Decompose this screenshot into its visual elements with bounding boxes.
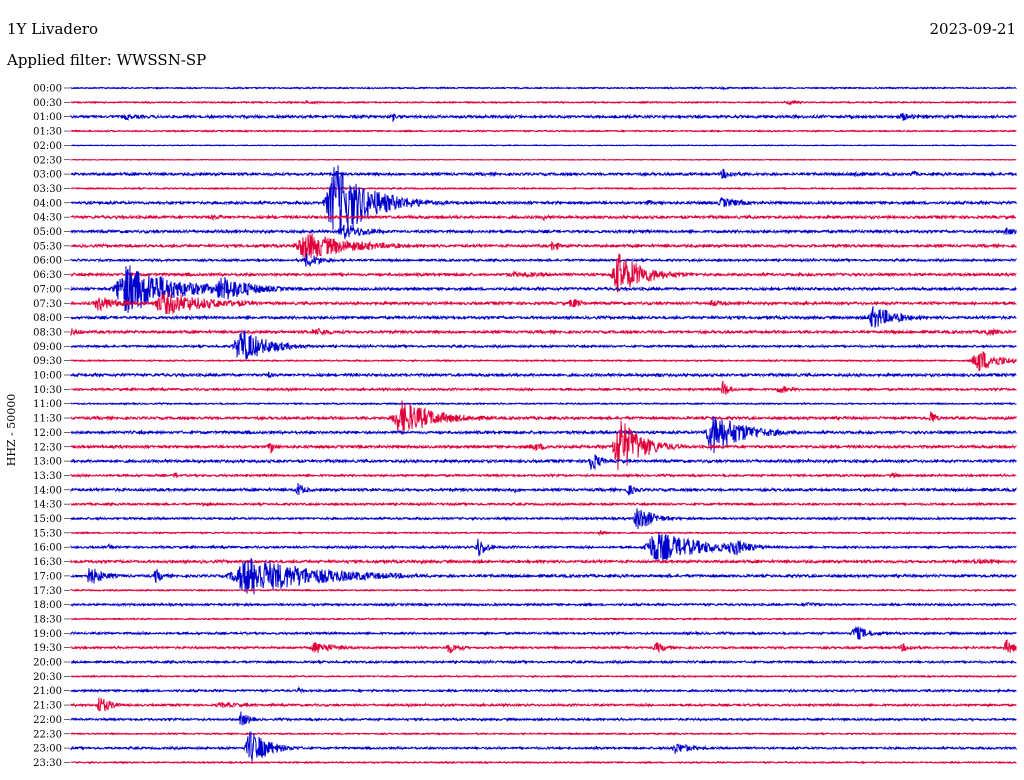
trace-row-0430 xyxy=(70,214,1017,222)
row-time-label: 21:30 xyxy=(33,701,62,712)
trace-row-2230 xyxy=(70,731,1017,736)
row-time-label: 20:30 xyxy=(33,672,62,683)
trace-row-1600 xyxy=(70,532,1017,561)
trace-row-0000 xyxy=(70,85,1017,91)
row-time-label: 16:30 xyxy=(33,557,62,568)
row-time-label: 06:00 xyxy=(33,256,62,267)
row-time-label: 12:30 xyxy=(33,442,62,453)
row-time-label: 23:00 xyxy=(33,744,62,755)
trace-row-1900 xyxy=(70,626,1017,640)
trace-row-2300 xyxy=(70,731,1017,763)
trace-row-0500 xyxy=(70,224,1017,240)
row-time-label: 22:30 xyxy=(33,729,62,740)
row-time-label: 08:00 xyxy=(33,313,62,324)
row-time-label: 13:30 xyxy=(33,471,62,482)
trace-row-2000 xyxy=(70,659,1017,665)
helicorder-plot: 00:00 00:30 01:00 01:30 02:00 02:30 03:00 03:30… xyxy=(33,84,1017,769)
row-time-label: 01:00 xyxy=(33,112,62,123)
trace-row-2030 xyxy=(70,674,1017,679)
trace-row-1730 xyxy=(70,588,1017,593)
trace-row-2100 xyxy=(70,685,1017,695)
row-time-label: 04:30 xyxy=(33,213,62,224)
trace-row-2200 xyxy=(70,711,1017,726)
row-time-label: 18:00 xyxy=(33,600,62,611)
row-time-label: 02:30 xyxy=(33,155,62,166)
row-time-label: 00:30 xyxy=(33,98,62,109)
row-time-label: 23:30 xyxy=(33,758,62,769)
trace-row-0900 xyxy=(70,330,1017,360)
row-time-label: 07:00 xyxy=(33,284,62,295)
row-time-label: 13:00 xyxy=(33,457,62,468)
trace-row-1500 xyxy=(70,508,1017,530)
trace-row-0030 xyxy=(70,99,1017,106)
row-time-label: 11:30 xyxy=(33,414,62,425)
trace-row-1430 xyxy=(70,501,1017,507)
row-time-label: 21:00 xyxy=(33,686,62,697)
row-time-label: 22:00 xyxy=(33,715,62,726)
row-time-label: 16:00 xyxy=(33,543,62,554)
row-time-label: 18:30 xyxy=(33,614,62,625)
row-time-label: 06:30 xyxy=(33,270,62,281)
trace-row-1030 xyxy=(70,380,1017,395)
row-time-label: 00:00 xyxy=(33,84,62,95)
row-time-label: 09:00 xyxy=(33,342,62,353)
row-time-label: 20:00 xyxy=(33,658,62,669)
trace-row-0530 xyxy=(70,233,1017,259)
row-time-label: 17:30 xyxy=(33,586,62,597)
trace-row-0600 xyxy=(70,253,1017,267)
row-time-label: 10:30 xyxy=(33,385,62,396)
trace-row-0800 xyxy=(70,306,1017,328)
trace-row-0230 xyxy=(70,158,1017,161)
row-time-label: 11:00 xyxy=(33,399,62,410)
trace-row-1100 xyxy=(70,401,1017,406)
trace-row-0730 xyxy=(70,291,1017,315)
trace-row-1800 xyxy=(70,601,1017,608)
row-time-label: 08:30 xyxy=(33,327,62,338)
trace-row-2330 xyxy=(70,760,1017,765)
row-time-label: 19:30 xyxy=(33,643,62,654)
row-time-label: 03:30 xyxy=(33,184,62,195)
trace-row-0300 xyxy=(70,168,1017,180)
row-time-label: 05:00 xyxy=(33,227,62,238)
trace-row-0830 xyxy=(70,327,1017,337)
trace-row-1930 xyxy=(70,639,1017,654)
trace-row-1300 xyxy=(70,454,1017,471)
row-time-label: 04:00 xyxy=(33,198,62,209)
trace-row-1230 xyxy=(70,420,1017,471)
trace-row-1330 xyxy=(70,471,1017,479)
trace-row-0130 xyxy=(70,129,1017,133)
trace-row-0930 xyxy=(70,350,1017,372)
row-time-label: 15:00 xyxy=(33,514,62,525)
trace-row-1130 xyxy=(70,400,1017,435)
trace-row-0200 xyxy=(70,144,1017,147)
trace-row-0700 xyxy=(70,265,1017,313)
trace-row-1830 xyxy=(70,617,1017,621)
trace-row-2130 xyxy=(70,697,1017,712)
row-time-label: 12:00 xyxy=(33,428,62,439)
trace-row-1530 xyxy=(70,529,1017,537)
row-time-label: 01:30 xyxy=(33,127,62,138)
row-time-label: 19:00 xyxy=(33,629,62,640)
trace-row-1000 xyxy=(70,371,1017,379)
row-time-label: 09:30 xyxy=(33,356,62,367)
row-time-label: 05:30 xyxy=(33,241,62,252)
trace-row-1400 xyxy=(70,483,1017,496)
row-time-label: 15:30 xyxy=(33,528,62,539)
row-time-label: 14:00 xyxy=(33,485,62,496)
row-time-label: 03:00 xyxy=(33,170,62,181)
row-time-label: 02:00 xyxy=(33,141,62,152)
row-time-label: 07:30 xyxy=(33,299,62,310)
row-time-label: 17:00 xyxy=(33,571,62,582)
row-time-label: 10:00 xyxy=(33,371,62,382)
trace-row-1630 xyxy=(70,558,1017,565)
trace-row-0100 xyxy=(70,112,1017,123)
row-time-label: 14:30 xyxy=(33,500,62,511)
trace-row-0330 xyxy=(70,186,1017,191)
